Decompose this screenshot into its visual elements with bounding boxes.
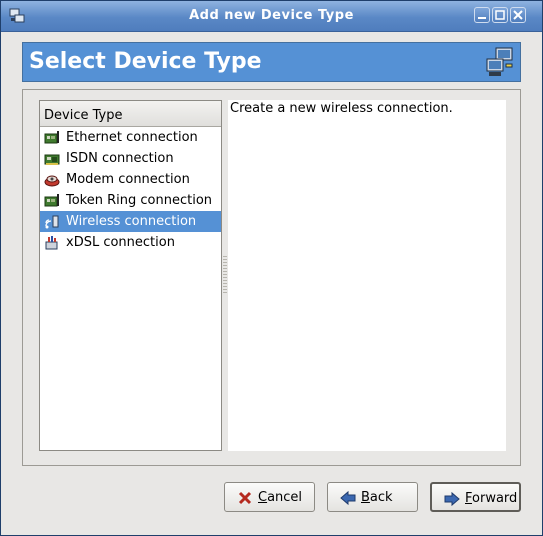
pane-splitter-handle[interactable]	[223, 256, 227, 296]
description-pane: Create a new wireless connection.	[228, 100, 506, 451]
list-item-token-ring[interactable]: Token Ring connection	[40, 190, 221, 211]
cancel-label: ancel	[267, 490, 303, 505]
list-item-label: ISDN connection	[66, 151, 174, 166]
title-bar[interactable]: Add new Device Type	[1, 1, 542, 32]
close-icon	[513, 10, 523, 20]
device-type-list[interactable]: Device Type Ethernet connection ISDN con…	[39, 100, 222, 451]
token-ring-card-icon	[44, 194, 59, 207]
list-item-wireless[interactable]: Wireless connection	[40, 211, 221, 232]
column-header-device-type[interactable]: Device Type	[40, 101, 221, 127]
cancel-button[interactable]: Cancel	[224, 482, 315, 512]
wireless-icon	[45, 215, 59, 229]
ethernet-card-icon	[44, 131, 59, 144]
maximize-icon	[495, 10, 505, 20]
list-item-label: Ethernet connection	[66, 130, 198, 145]
back-mnemonic: B	[361, 490, 370, 505]
arrow-right-icon	[444, 491, 460, 507]
cancel-mnemonic: C	[258, 490, 268, 505]
isdn-card-icon	[44, 154, 60, 165]
modem-icon	[44, 175, 60, 187]
list-item-label: Modem connection	[66, 172, 190, 187]
xdsl-icon	[45, 236, 58, 250]
cancel-icon	[238, 491, 252, 505]
page-header: Select Device Type	[22, 42, 521, 82]
close-button[interactable]	[510, 7, 526, 23]
back-label: ack	[369, 490, 393, 505]
list-item-label: Token Ring connection	[66, 193, 213, 208]
list-item-label: xDSL connection	[66, 235, 175, 250]
list-item-isdn[interactable]: ISDN connection	[40, 148, 221, 169]
list-item-modem[interactable]: Modem connection	[40, 169, 221, 190]
add-device-type-dialog: Add new Device Type Select Device Type D…	[0, 0, 543, 536]
forward-button[interactable]: Forward	[430, 482, 521, 512]
forward-mnemonic: F	[465, 491, 473, 506]
list-item-ethernet[interactable]: Ethernet connection	[40, 127, 221, 148]
maximize-button[interactable]	[492, 7, 508, 23]
description-text: Create a new wireless connection.	[230, 101, 453, 116]
window-title: Add new Device Type	[189, 8, 354, 23]
back-button[interactable]: Back	[327, 482, 418, 512]
page-title: Select Device Type	[29, 49, 262, 74]
arrow-left-icon	[340, 490, 356, 506]
minimize-button[interactable]	[474, 7, 490, 23]
forward-label: orward	[472, 491, 518, 506]
minimize-icon	[478, 17, 486, 19]
list-item-label: Wireless connection	[66, 214, 197, 229]
network-devices-icon	[486, 47, 513, 76]
list-item-xdsl[interactable]: xDSL connection	[40, 232, 221, 253]
